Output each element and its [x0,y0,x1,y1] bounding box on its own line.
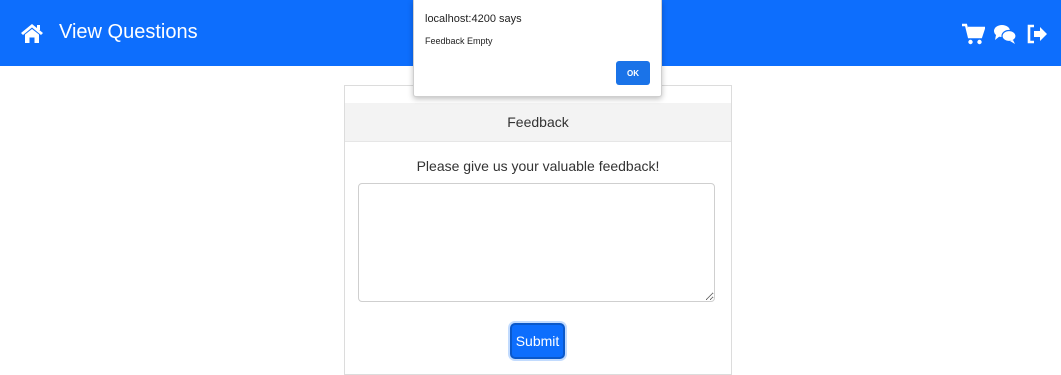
logout-icon[interactable] [1025,22,1049,46]
home-icon[interactable] [20,22,44,44]
card-header: Feedback [345,103,731,142]
ok-button[interactable]: OK [616,61,650,85]
feedback-prompt: Please give us your valuable feedback! [416,158,660,174]
cart-icon[interactable] [961,22,986,46]
page-title[interactable]: View Questions [59,21,198,44]
alert-dialog: localhost:4200 says Feedback Empty OK [413,0,662,97]
feedback-card: Feedback Please give us your valuable fe… [344,85,732,375]
dialog-message: Feedback Empty [425,36,493,46]
feedback-textarea[interactable] [358,183,715,302]
chat-icon[interactable] [993,22,1017,46]
submit-button[interactable]: Submit [510,323,565,359]
nav-icon-group [961,22,1049,46]
dialog-title: localhost:4200 says [425,13,522,25]
